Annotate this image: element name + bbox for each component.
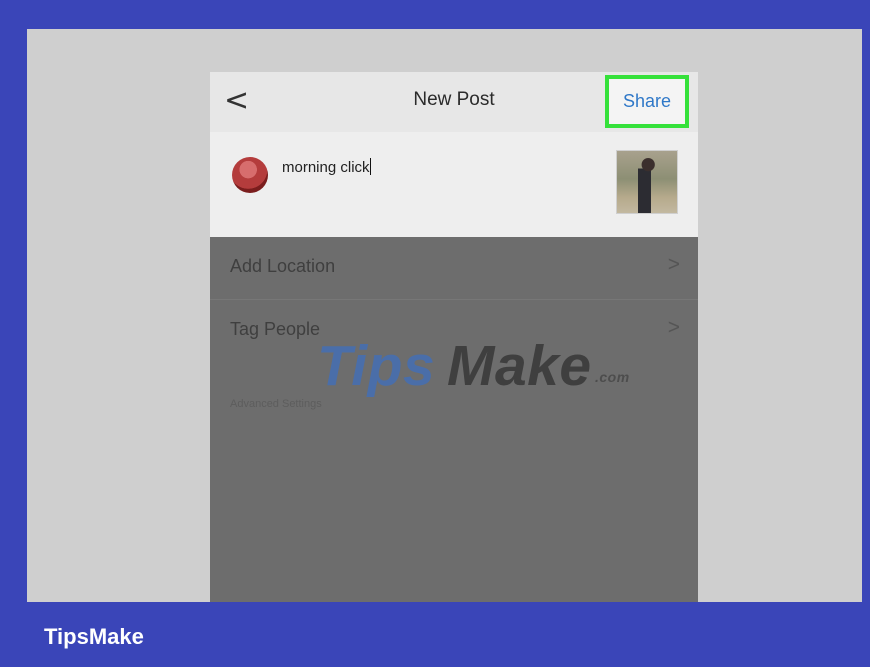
avatar: [232, 157, 268, 193]
caption-text: morning click: [282, 159, 370, 176]
share-button[interactable]: Share: [623, 91, 671, 112]
screenshot-stage: < New Post Share morning click Add Locat…: [27, 29, 862, 602]
tag-people-label: Tag People: [230, 319, 321, 339]
share-button-highlight[interactable]: Share: [605, 75, 689, 128]
brand-footer: TipsMake: [0, 602, 870, 667]
advanced-settings-link[interactable]: Advanced Settings: [230, 398, 322, 410]
chevron-right-icon: >: [667, 253, 680, 276]
watermark-tips: Tips: [317, 334, 436, 398]
watermark-com: .com: [595, 369, 630, 385]
post-thumbnail[interactable]: [616, 150, 678, 214]
top-bar: < New Post Share: [210, 72, 698, 133]
brand-name: TipsMake: [44, 624, 144, 649]
add-location-item[interactable]: Add Location >: [210, 237, 698, 299]
watermark: Tips Make .com: [317, 333, 677, 401]
text-cursor: [369, 158, 371, 175]
add-location-label: Add Location: [230, 256, 336, 276]
caption-section: morning click: [210, 132, 698, 237]
caption-input[interactable]: morning click: [282, 158, 371, 176]
watermark-make: Make: [447, 334, 592, 398]
